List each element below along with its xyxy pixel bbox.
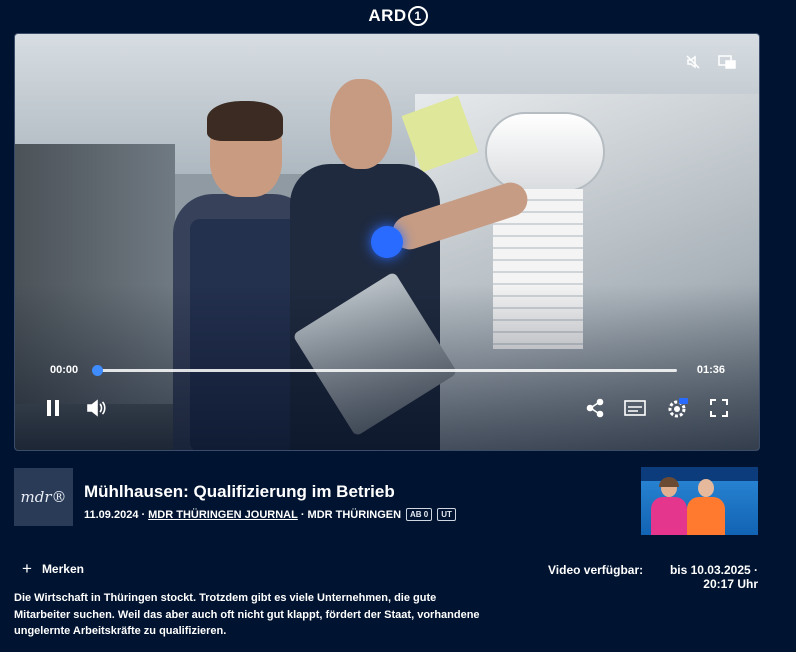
video-description: Die Wirtschaft in Thüringen stockt. Trot…: [14, 592, 480, 637]
video-frame: [15, 34, 759, 450]
video-player[interactable]: 00:00 01:36: [14, 33, 760, 451]
controls-shade: [15, 284, 759, 450]
merken-label: Merken: [41, 561, 84, 576]
share-button[interactable]: [583, 396, 607, 420]
broadcaster: MDR THÜRINGEN: [307, 508, 402, 521]
picture-in-picture-icon[interactable]: [717, 52, 737, 72]
mdr-channel-logo[interactable]: mdr®: [14, 468, 73, 526]
label-roll: [485, 112, 605, 192]
fullscreen-icon: [710, 399, 728, 417]
share-icon: [586, 398, 604, 418]
subtitle-badge: UT: [437, 508, 456, 521]
volume-button[interactable]: [84, 396, 108, 420]
availability-value: bis 10.03.2025 · 20:17 Uhr: [669, 563, 758, 591]
plus-icon: +: [22, 559, 32, 578]
presenter-left: [649, 477, 689, 535]
show-link[interactable]: MDR THÜRINGEN JOURNAL: [148, 509, 298, 521]
pause-icon: [47, 400, 59, 416]
meta-separator: ·: [141, 508, 146, 521]
video-title: Mühlhausen: Qualifizierung im Betrieb: [84, 482, 395, 501]
availability-label: Video verfügbar:: [548, 563, 644, 577]
video-meta: 11.09.2024 · MDR THÜRINGEN JOURNAL · MDR…: [84, 508, 456, 521]
pause-button[interactable]: [41, 396, 65, 420]
merken-button[interactable]: + Merken: [22, 560, 84, 577]
meta-separator: ·: [300, 508, 305, 521]
show-thumbnail[interactable]: [641, 467, 758, 535]
ard-logo-number: 1: [407, 6, 428, 26]
cursor-highlight: [371, 226, 403, 258]
subtitles-button[interactable]: [623, 396, 647, 420]
ard-logo-text: ARD: [368, 6, 407, 25]
settings-button[interactable]: [666, 396, 690, 420]
speaker-muted-icon[interactable]: [683, 52, 703, 72]
current-time: 00:00: [50, 364, 79, 376]
total-time: 01:36: [696, 364, 725, 376]
progress-handle[interactable]: [92, 365, 103, 376]
settings-hd-icon: [668, 398, 688, 418]
volume-icon: [87, 399, 106, 417]
video-date: 11.09.2024: [84, 508, 139, 521]
age-rating-badge: AB 0: [406, 508, 433, 521]
subtitles-icon: [624, 400, 646, 416]
fullscreen-button[interactable]: [707, 396, 731, 420]
presenter-right: [685, 475, 725, 535]
ard-logo[interactable]: ARD 1: [368, 6, 428, 26]
player-top-icons: [683, 52, 737, 72]
header: ARD 1: [0, 0, 796, 32]
progress-bar[interactable]: [95, 369, 677, 372]
